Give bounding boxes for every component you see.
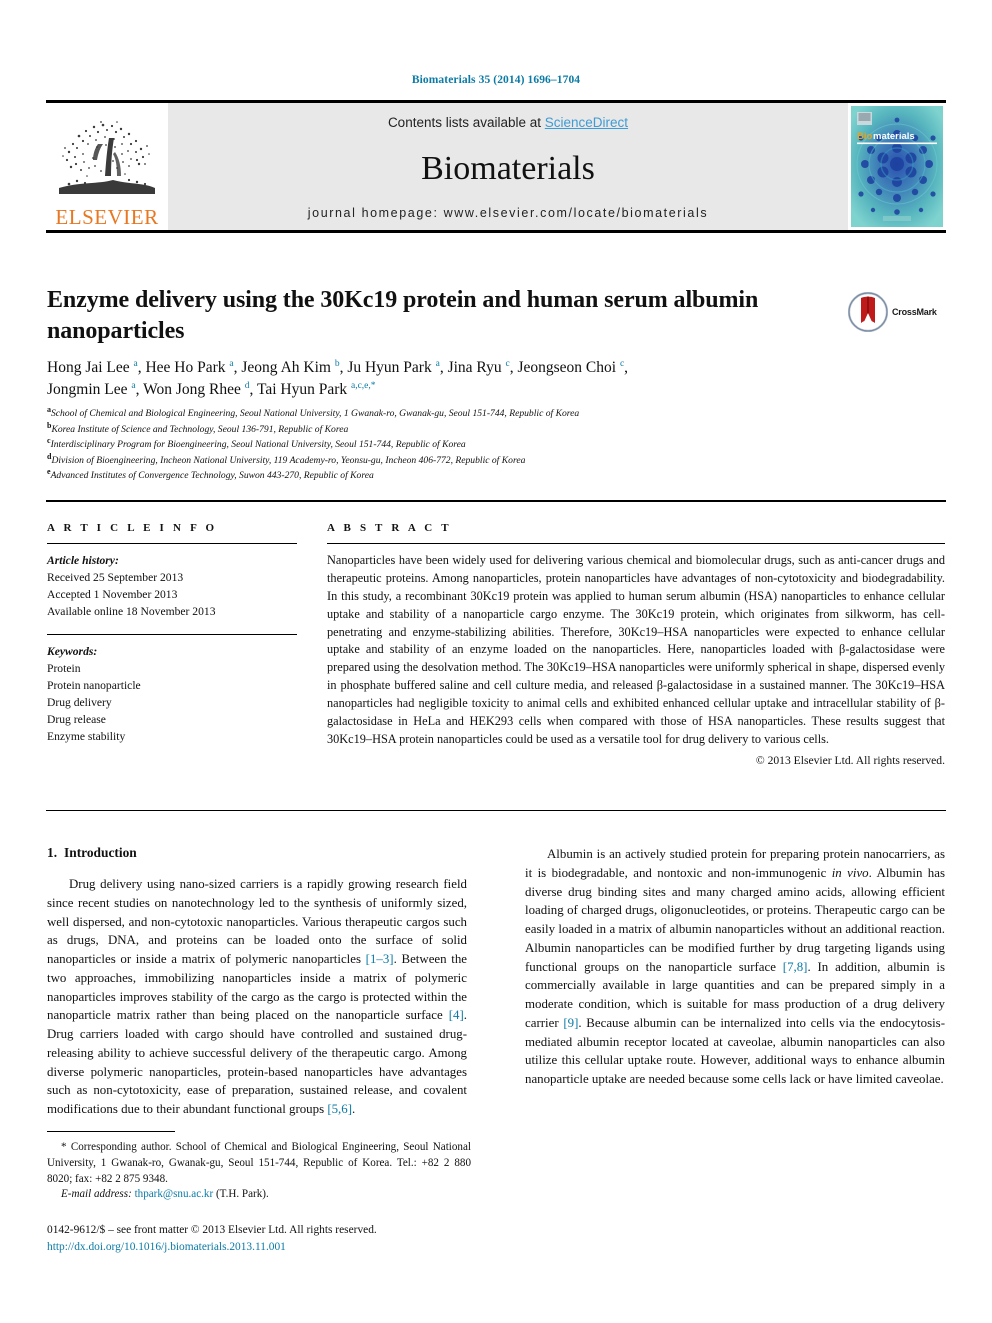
elsevier-wordmark: ELSEVIER	[55, 205, 159, 229]
doi-link[interactable]: http://dx.doi.org/10.1016/j.biomaterials…	[47, 1239, 547, 1256]
author-sup: b	[334, 358, 340, 369]
abstract-rule	[327, 543, 945, 544]
affiliation-text: Advanced Institutes of Convergence Techn…	[50, 470, 374, 482]
abstract-column: A B S T R A C T Nanoparticles have been …	[327, 522, 945, 767]
affiliation-item: cInterdisciplinary Program for Bioengine…	[47, 436, 847, 453]
citation-4[interactable]: [4]	[449, 1008, 464, 1022]
sciencedirect-link[interactable]: ScienceDirect	[545, 115, 628, 130]
section-title: Introduction	[64, 845, 137, 860]
journal-cover-image: Bio materials	[851, 106, 943, 227]
journal-homepage-line[interactable]: journal homepage: www.elsevier.com/locat…	[308, 206, 708, 220]
abstract-copyright: © 2013 Elsevier Ltd. All rights reserved…	[755, 753, 945, 767]
citation-7-8[interactable]: [7,8]	[783, 960, 808, 974]
affiliation-text: Korea Institute of Science and Technolog…	[51, 423, 349, 435]
intro-text-c: . Drug carriers loaded with cargo should…	[47, 1008, 467, 1117]
author-sup: a	[435, 358, 440, 369]
article-history-group: Article history: Received 25 September 2…	[47, 552, 297, 620]
author-sup: a	[131, 380, 136, 391]
keywords-rule	[47, 634, 297, 636]
affiliation-item: dDivision of Bioengineering, Incheon Nat…	[47, 452, 847, 469]
elsevier-tree-icon	[59, 121, 155, 194]
abstract-text: Nanoparticles have been widely used for …	[327, 553, 945, 746]
body-column-left: 1. Introduction Drug delivery using nano-…	[47, 845, 467, 1119]
article-info-rule	[47, 543, 297, 544]
paper-page: Biomaterials 35 (2014) 1696–1704 ELSEVIE…	[0, 0, 992, 1323]
journal-cover-thumbnail[interactable]: Bio materials	[848, 103, 946, 230]
intro-paragraph-2: Albumin is an actively studied protein f…	[525, 845, 945, 1089]
page-title: Enzyme delivery using the 30Kc19 protein…	[47, 287, 759, 344]
abstract-bottom-rule	[46, 810, 946, 811]
keyword-item: Protein nanoparticle	[47, 679, 141, 693]
author-line-1: Hong Jai Lee a, Hee Ho Park a, Jeong Ah …	[47, 358, 629, 376]
body-column-right: Albumin is an actively studied protein f…	[525, 845, 945, 1119]
keywords-group: Keywords: Protein Protein nanoparticle D…	[47, 643, 297, 745]
intro2-text-b: . Albumin has diverse drug binding sites…	[525, 865, 945, 974]
citation-9[interactable]: [9]	[563, 1016, 578, 1030]
contents-prefix: Contents lists available at	[387, 115, 545, 130]
elsevier-logo: ELSEVIER	[46, 103, 168, 230]
affiliation-item: eAdvanced Institutes of Convergence Tech…	[47, 467, 847, 484]
intro2-text-d: . Because albumin can be internalized in…	[525, 1015, 945, 1087]
email-note: E-mail address: thpark@snu.ac.kr (T.H. P…	[47, 1187, 471, 1203]
citation-5-6[interactable]: [5,6]	[327, 1102, 352, 1116]
article-info-heading: A R T I C L E I N F O	[47, 522, 218, 534]
email-owner: (T.H. Park).	[215, 1188, 269, 1201]
affiliation-item: aSchool of Chemical and Biological Engin…	[47, 405, 847, 422]
author-sup: c	[505, 358, 510, 369]
email-label: E-mail address:	[61, 1188, 132, 1201]
affiliation-text: School of Chemical and Biological Engine…	[51, 408, 580, 419]
abstract-heading: A B S T R A C T	[327, 522, 452, 534]
issn-line: 0142-9612/$ – see front matter © 2013 El…	[47, 1224, 377, 1236]
affiliation-list: aSchool of Chemical and Biological Engin…	[47, 405, 847, 484]
author-sup: a	[133, 358, 138, 369]
affiliation-item: bKorea Institute of Science and Technolo…	[47, 421, 847, 438]
journal-title: Biomaterials	[421, 150, 595, 187]
author-sup: d	[244, 380, 250, 391]
author-sup: a,c,e,	[351, 380, 371, 391]
crossmark-label: CrossMark	[892, 307, 937, 317]
cover-title-bio: Bio	[857, 131, 873, 142]
info-section-top-rule	[46, 500, 946, 502]
author-sup: a	[229, 358, 234, 369]
author-list: Hong Jai Lee a, Hee Ho Park a, Jeong Ah …	[47, 357, 847, 401]
keywords-label: Keywords:	[47, 645, 98, 659]
issn-block: 0142-9612/$ – see front matter © 2013 El…	[47, 1222, 547, 1256]
keyword-item: Enzyme stability	[47, 730, 126, 744]
cover-title-materials: materials	[873, 131, 915, 142]
author-line-2: Jongmin Lee a, Won Jong Rhee d, Tai Hyun…	[47, 380, 376, 398]
footnote-separator-rule	[47, 1131, 175, 1132]
intro-text-d: .	[352, 1102, 356, 1117]
contents-available-line: Contents lists available at ScienceDirec…	[388, 115, 628, 130]
crossmark-badge[interactable]: CrossMark	[848, 288, 944, 336]
section-number: 1.	[47, 845, 58, 860]
article-history-label: Article history:	[47, 554, 119, 567]
title-block: Enzyme delivery using the 30Kc19 protein…	[47, 285, 837, 346]
running-head: Biomaterials 35 (2014) 1696–1704	[411, 74, 581, 86]
crossmark-icon	[848, 292, 888, 332]
intro-paragraph-1-part-a: Drug delivery using nano-sized carriers …	[47, 875, 467, 1119]
affiliation-text: Interdisciplinary Program for Bioenginee…	[50, 439, 466, 451]
corresponding-marker: *	[370, 380, 376, 391]
author-sup: c	[619, 358, 625, 369]
section-heading-introduction: 1. Introduction	[47, 845, 467, 861]
email-link[interactable]: thpark@snu.ac.kr	[135, 1188, 214, 1200]
citation-1-3[interactable]: [1–3]	[366, 952, 394, 966]
article-history-item: Accepted 1 November 2013	[47, 588, 178, 602]
in-vivo-italic: in vivo	[831, 865, 869, 880]
corresponding-author-note: * Corresponding author. School of Chemic…	[47, 1141, 471, 1185]
article-info-column: A R T I C L E I N F O Article history: R…	[47, 522, 297, 745]
body-columns: 1. Introduction Drug delivery using nano-…	[47, 845, 946, 1119]
article-history-item: Available online 18 November 2013	[47, 605, 216, 619]
keyword-item: Drug release	[47, 713, 106, 727]
affiliation-text: Division of Bioengineering, Incheon Nati…	[51, 454, 526, 466]
keyword-item: Drug delivery	[47, 696, 112, 710]
header-bottom-rule	[46, 230, 946, 233]
header-center-panel: Contents lists available at ScienceDirec…	[168, 103, 848, 230]
journal-header-band: ELSEVIER Contents lists available at Sci…	[46, 100, 946, 233]
keyword-item: Protein	[47, 662, 81, 676]
footnote-block: * Corresponding author. School of Chemic…	[47, 1140, 471, 1203]
article-history-item: Received 25 September 2013	[47, 571, 184, 585]
